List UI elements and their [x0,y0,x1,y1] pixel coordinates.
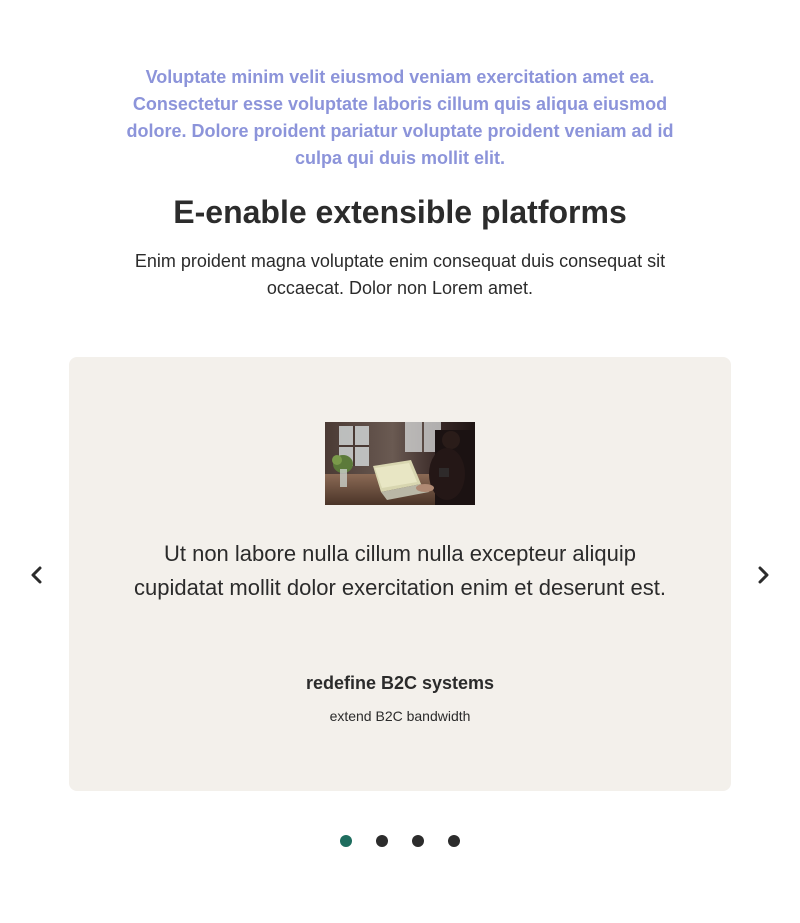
chevron-left-icon [31,566,42,584]
intro-lead: Enim proident magna voluptate enim conse… [134,251,666,298]
laptop-workspace-photo [325,422,475,505]
testimonial-photo [325,422,475,505]
carousel-dot-2[interactable] [376,835,388,847]
carousel-prev-button[interactable] [26,563,48,587]
intro-section: Voluptate minim velit eiusmod veniam exe… [0,64,800,302]
carousel-dot-3[interactable] [412,835,424,847]
testimonial-card: Ut non labore nulla cillum nulla excepte… [69,357,731,791]
testimonial-carousel: Ut non labore nulla cillum nulla excepte… [0,357,800,791]
intro-headline: E-enable extensible platforms [173,194,627,230]
testimonial-role: extend B2C bandwidth [329,708,471,724]
testimonial-quote: Ut non labore nulla cillum nulla excepte… [134,541,666,600]
carousel-pagination [0,835,800,847]
chevron-right-icon [758,566,769,584]
carousel-next-button[interactable] [752,563,774,587]
carousel-dot-4[interactable] [448,835,460,847]
testimonial-author: redefine B2C systems [305,673,495,693]
intro-eyebrow: Voluptate minim velit eiusmod veniam exe… [126,67,674,168]
carousel-dot-1[interactable] [340,835,352,847]
